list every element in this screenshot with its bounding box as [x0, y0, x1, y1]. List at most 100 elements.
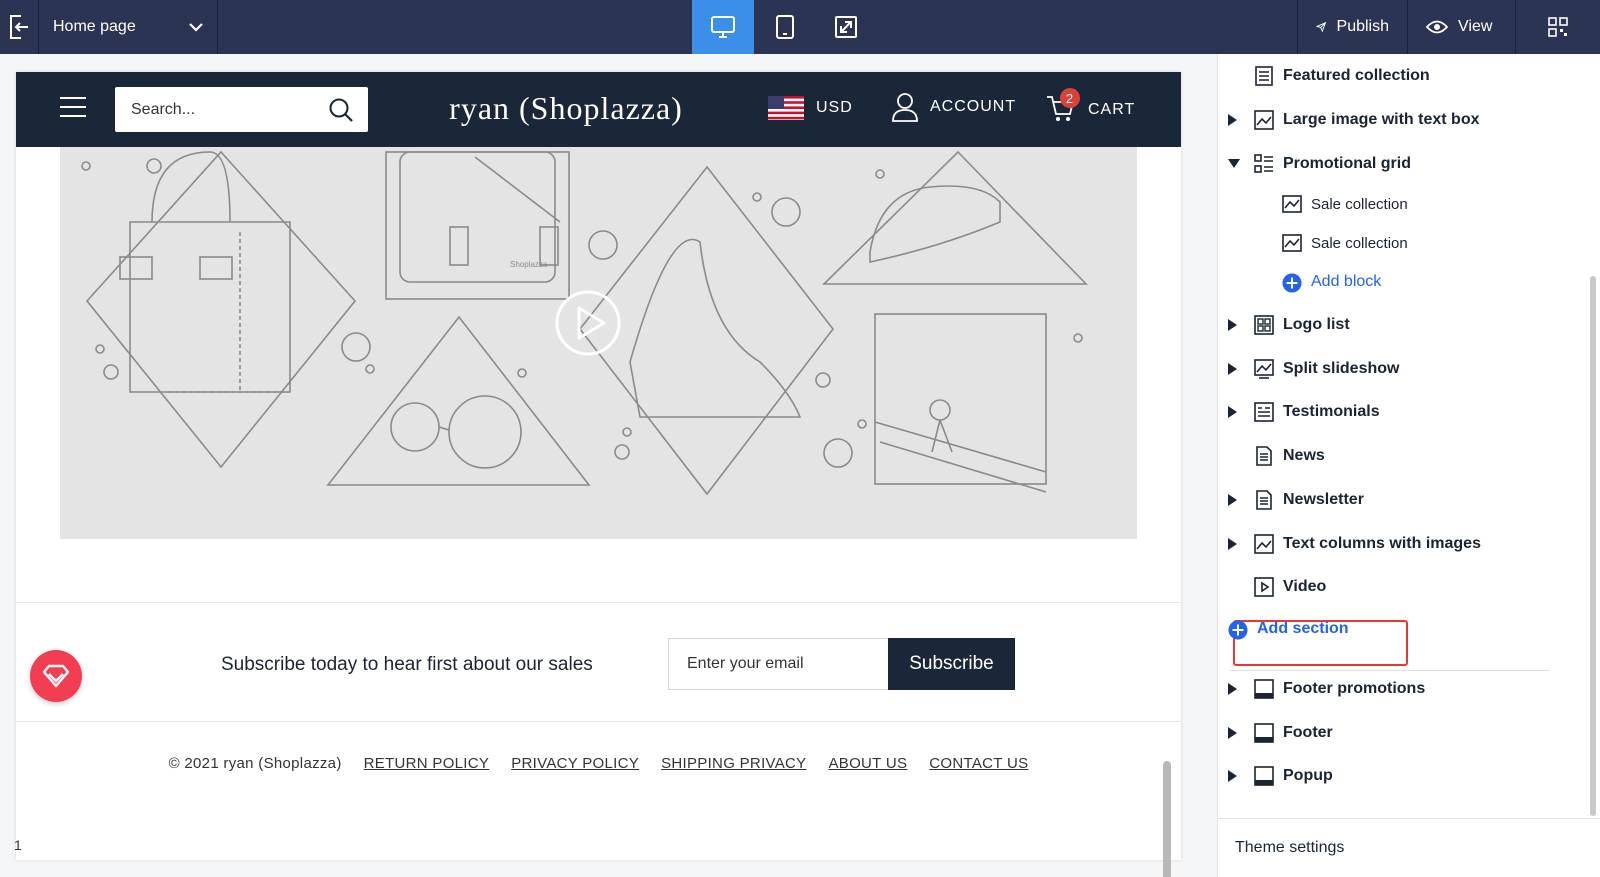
qr-code-icon [1548, 17, 1568, 37]
cart-link[interactable]: 2 CART [1046, 88, 1136, 127]
section-testimonials[interactable]: Testimonials [1254, 402, 1380, 422]
send-icon [1316, 21, 1327, 33]
add-section-button[interactable]: Add section [1228, 619, 1349, 640]
tablet-icon [776, 15, 794, 39]
us-flag-icon [768, 96, 804, 120]
expand-caret-icon[interactable] [1228, 363, 1237, 375]
play-icon[interactable] [555, 290, 621, 356]
add-block-button[interactable]: Add block [1282, 272, 1382, 293]
section-logo-list[interactable]: Logo list [1254, 315, 1350, 335]
email-field[interactable] [668, 638, 888, 690]
expand-caret-icon[interactable] [1228, 319, 1237, 331]
popup-icon [1254, 766, 1274, 786]
expand-caret-icon[interactable] [1228, 770, 1237, 782]
store-header: ryan (Shoplazza) USD ACCOUNT 2 CART [16, 72, 1181, 147]
plus-circle-icon [1228, 619, 1248, 640]
video-icon [1254, 577, 1274, 597]
page-select-label: Home page [53, 18, 136, 35]
preview-canvas: Shoplazza ryan (Shoplazza) USD [0, 54, 1217, 877]
cart-label: CART [1088, 100, 1136, 118]
user-icon [892, 93, 918, 122]
preview-scrollbar[interactable] [1163, 761, 1171, 877]
page-select[interactable]: Home page [39, 0, 218, 54]
section-news[interactable]: News [1254, 446, 1325, 466]
expand-caret-icon[interactable] [1228, 538, 1237, 550]
store-search[interactable] [115, 87, 368, 132]
desktop-view-button[interactable] [692, 0, 754, 54]
footer-link-contact-us[interactable]: CONTACT US [929, 755, 1028, 772]
footer-link-about-us[interactable]: ABOUT US [828, 755, 907, 772]
section-label: Footer promotions [1283, 680, 1426, 697]
cart-count-badge: 2 [1060, 88, 1080, 108]
footer-links: © 2021 ryan (Shoplazza) RETURN POLICY PR… [16, 755, 1181, 772]
gem-app-icon[interactable] [30, 650, 82, 702]
expand-caret-icon[interactable] [1228, 114, 1237, 126]
store-preview[interactable]: Shoplazza ryan (Shoplazza) USD [16, 72, 1181, 860]
newsletter-section: Subscribe today to hear first about our … [16, 602, 1181, 722]
section-label: Video [1283, 578, 1327, 595]
search-input[interactable] [115, 87, 315, 132]
section-label: Testimonials [1283, 403, 1380, 420]
expand-caret-icon[interactable] [1228, 683, 1237, 695]
block-label: Sale collection [1311, 195, 1408, 213]
footer-icon [1254, 723, 1274, 743]
chart-image-icon [1282, 194, 1302, 214]
expand-caret-icon[interactable] [1228, 494, 1237, 506]
exit-button[interactable] [0, 0, 39, 54]
section-text-columns[interactable]: Text columns with images [1254, 534, 1481, 554]
theme-settings-button[interactable]: Theme settings [1217, 818, 1600, 877]
search-icon[interactable] [328, 97, 354, 123]
tablet-view-button[interactable] [754, 0, 816, 54]
panel-divider [1230, 670, 1550, 671]
footer-link-return-policy[interactable]: RETURN POLICY [364, 755, 490, 772]
footer-link-shipping-privacy[interactable]: SHIPPING PRIVACY [661, 755, 806, 772]
menu-icon[interactable] [60, 97, 86, 124]
section-featured-collection[interactable]: Featured collection [1254, 66, 1430, 86]
section-label: Text columns with images [1283, 535, 1481, 552]
block-sale-collection-1[interactable]: Sale collection [1282, 194, 1408, 214]
fullscreen-button[interactable] [815, 0, 877, 54]
section-label: Promotional grid [1283, 155, 1411, 172]
section-large-image[interactable]: Large image with text box [1254, 110, 1479, 130]
desktop-icon [711, 16, 735, 38]
newsletter-text: Subscribe today to hear first about our … [221, 654, 593, 675]
section-popup[interactable]: Popup [1254, 766, 1333, 786]
expand-icon [835, 16, 857, 38]
panel-scrollbar[interactable] [1590, 276, 1596, 816]
expand-caret-icon[interactable] [1228, 727, 1237, 739]
add-section-label: Add section [1257, 620, 1349, 637]
section-label: News [1283, 447, 1325, 464]
store-title[interactable]: ryan (Shoplazza) [416, 90, 716, 127]
section-newsletter[interactable]: Newsletter [1254, 490, 1364, 510]
section-promotional-grid[interactable]: Promotional grid [1254, 154, 1411, 174]
hero-watermark: Shoplazza [510, 260, 548, 269]
section-footer-promotions[interactable]: Footer promotions [1254, 679, 1425, 699]
block-sale-collection-2[interactable]: Sale collection [1282, 233, 1408, 253]
eye-icon [1426, 20, 1448, 34]
section-icon [1254, 66, 1274, 86]
collapse-caret-icon[interactable] [1228, 159, 1240, 168]
section-split-slideshow[interactable]: Split slideshow [1254, 359, 1399, 379]
expand-caret-icon[interactable] [1228, 406, 1237, 418]
section-label: Featured collection [1283, 67, 1430, 84]
chart-image-icon [1282, 233, 1302, 253]
section-label: Split slideshow [1283, 360, 1400, 377]
footer-link-privacy-policy[interactable]: PRIVACY POLICY [511, 755, 639, 772]
account-link[interactable]: ACCOUNT [892, 92, 1016, 122]
section-footer[interactable]: Footer [1254, 723, 1333, 743]
view-label: View [1458, 18, 1493, 35]
copyright: © 2021 ryan (Shoplazza) [168, 755, 342, 772]
publish-label: Publish [1336, 18, 1389, 35]
section-video[interactable]: Video [1254, 577, 1326, 597]
qr-code-button[interactable] [1515, 0, 1600, 54]
testimonial-icon [1254, 402, 1274, 422]
view-button[interactable]: View [1407, 0, 1515, 54]
subscribe-button[interactable]: Subscribe [888, 638, 1015, 690]
publish-button[interactable]: Publish [1297, 0, 1407, 54]
add-block-label: Add block [1311, 273, 1382, 290]
image-icon [1254, 534, 1274, 554]
currency-selector[interactable]: USD [768, 96, 853, 120]
chevron-down-icon [189, 23, 203, 32]
exit-icon [10, 15, 28, 39]
section-label: Newsletter [1283, 491, 1364, 508]
